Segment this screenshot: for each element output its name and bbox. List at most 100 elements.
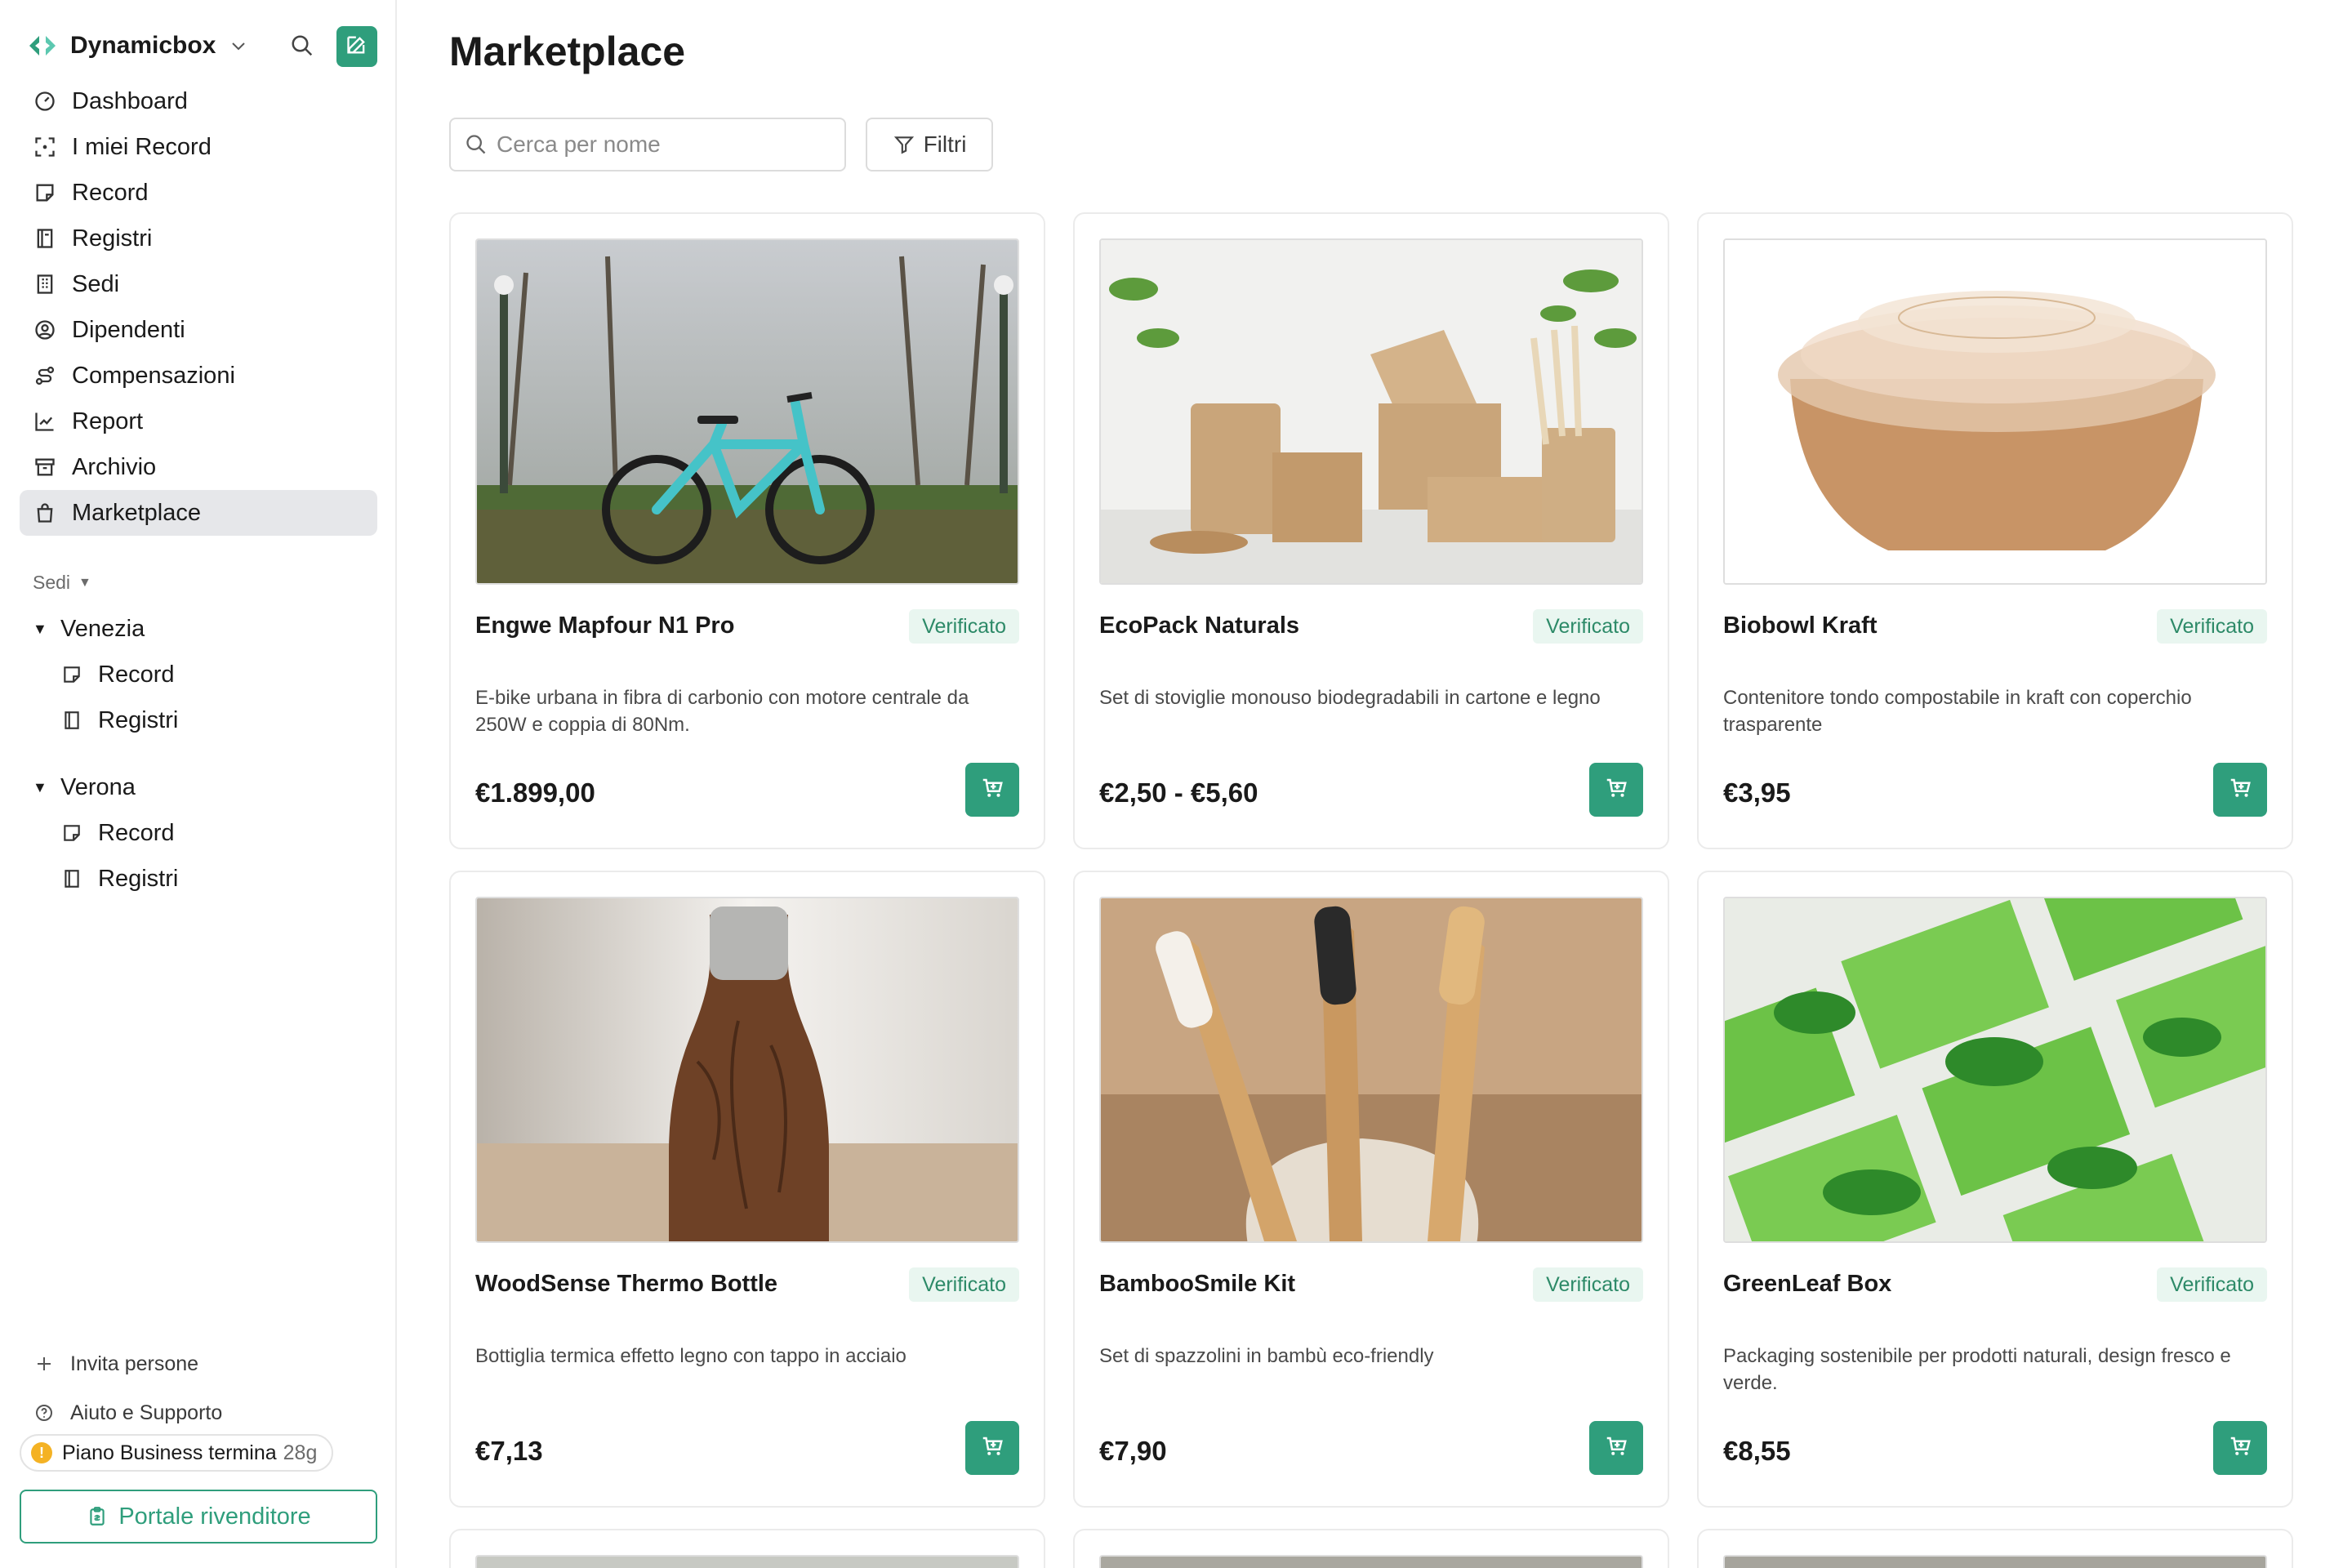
product-image-packaging — [1099, 238, 1643, 585]
nav-item-record[interactable]: Record — [20, 170, 377, 216]
product-description: Set di spazzolini in bambù eco-friendly — [1099, 1345, 1434, 1367]
product-card[interactable]: Engwe Mapfour N1 Pro Verificato E-bike u… — [449, 212, 1045, 849]
nav-item-marketplace[interactable]: Marketplace — [20, 490, 377, 536]
nav-label: Compensazioni — [72, 362, 235, 389]
plan-status-badge[interactable]: ! Piano Business termina 28g — [20, 1434, 334, 1472]
product-card[interactable]: EcoPack Naturals Verificato Set di stovi… — [1073, 212, 1669, 849]
section-label: Sedi — [33, 572, 71, 593]
product-price: €7,13 — [475, 1436, 543, 1466]
help-support-link[interactable]: Aiuto e Supporto — [33, 1396, 222, 1429]
nav-item-dipendenti[interactable]: Dipendenti — [20, 307, 377, 353]
location-toggle[interactable]: ▼ Venezia — [33, 606, 376, 652]
product-card[interactable]: WoodSense Thermo Bottle Verificato Botti… — [449, 871, 1045, 1508]
add-to-cart-button[interactable] — [965, 1421, 1019, 1475]
plus-icon — [33, 1352, 56, 1375]
route-icon — [33, 363, 57, 388]
reseller-label: Portale rivenditore — [118, 1503, 311, 1530]
search-icon[interactable] — [286, 29, 318, 62]
nav-item-my-records[interactable]: I miei Record — [20, 124, 377, 170]
nav-label: Dashboard — [72, 87, 188, 114]
clipboard-icon — [86, 1505, 109, 1528]
product-card-partial[interactable] — [1697, 1529, 2293, 1568]
location-item-registri[interactable]: Registri — [33, 856, 376, 902]
nav-item-report[interactable]: Report — [20, 399, 377, 444]
shopping-bag-icon — [33, 501, 57, 525]
add-to-cart-button[interactable] — [2213, 763, 2267, 817]
cart-icon — [1604, 1434, 1628, 1463]
nav-label: Sedi — [72, 270, 120, 297]
product-card[interactable]: Biobowl Kraft Verificato Contenitore ton… — [1697, 212, 2293, 849]
product-card[interactable]: GreenLeaf Box Verificato Packaging soste… — [1697, 871, 2293, 1508]
location-item-registri[interactable]: Registri — [33, 697, 376, 743]
product-description: Contenitore tondo compostabile in kraft … — [1723, 687, 2192, 736]
product-card-partial[interactable] — [1073, 1529, 1669, 1568]
product-price: €1.899,00 — [475, 777, 595, 808]
product-name: WoodSense Thermo Bottle — [475, 1271, 778, 1297]
search-icon — [464, 132, 488, 157]
workspace-name: Dynamicbox — [70, 32, 216, 59]
product-name: BambooSmile Kit — [1099, 1271, 1296, 1297]
chevron-down-icon — [229, 36, 248, 56]
product-image-toothbrush — [1099, 897, 1643, 1243]
reseller-portal-button[interactable]: Portale rivenditore — [20, 1490, 377, 1544]
location-item-label: Record — [98, 819, 175, 846]
product-description: Bottiglia termica effetto legno con tapp… — [475, 1345, 906, 1367]
dashboard-icon — [33, 89, 57, 114]
product-image-bowl — [1723, 238, 2267, 585]
search-field[interactable] — [449, 118, 846, 172]
compose-button[interactable] — [336, 26, 377, 67]
verified-badge: Verificato — [2157, 1267, 2267, 1302]
location-item-label: Registri — [98, 865, 179, 892]
location-item-record[interactable]: Record — [33, 652, 376, 697]
add-to-cart-button[interactable] — [1589, 763, 1643, 817]
cart-icon — [1604, 776, 1628, 804]
invite-people-link[interactable]: Invita persone — [33, 1348, 198, 1380]
nav-item-compensazioni[interactable]: Compensazioni — [20, 353, 377, 399]
location-item-label: Registri — [98, 706, 179, 733]
filters-button[interactable]: Filtri — [866, 118, 993, 172]
section-toggle-sedi[interactable]: Sedi ▼ — [33, 572, 91, 594]
location-name: Verona — [60, 773, 136, 800]
location-item-record[interactable]: Record — [33, 810, 376, 856]
add-to-cart-button[interactable] — [1589, 1421, 1643, 1475]
location-toggle[interactable]: ▼ Verona — [33, 764, 376, 810]
product-image — [475, 1555, 1019, 1568]
verified-badge: Verificato — [1533, 1267, 1643, 1302]
edit-icon — [345, 33, 368, 60]
dynamicbox-logo-icon — [26, 29, 59, 62]
nav-item-sedi[interactable]: Sedi — [20, 261, 377, 307]
scan-icon — [33, 135, 57, 159]
product-description: E-bike urbana in fibra di carbonio con m… — [475, 687, 969, 736]
location-group-verona: ▼ Verona Record Registri — [33, 764, 376, 902]
nav-item-registri[interactable]: Registri — [20, 216, 377, 261]
plan-text: Piano Business termina — [62, 1441, 277, 1464]
book-icon — [60, 709, 83, 732]
product-card[interactable]: BambooSmile Kit Verificato Set di spazzo… — [1073, 871, 1669, 1508]
location-item-label: Record — [98, 661, 175, 688]
product-image-bottle — [475, 897, 1019, 1243]
product-description: Set di stoviglie monouso biodegradabili … — [1099, 687, 1601, 709]
caret-down-icon: ▼ — [78, 575, 91, 590]
product-image-bike — [475, 238, 1019, 585]
product-image-greenbox — [1723, 897, 2267, 1243]
filter-icon — [893, 133, 915, 156]
cart-icon — [2228, 1434, 2252, 1463]
product-image — [1099, 1555, 1643, 1568]
main-navigation: Dashboard I miei Record Record Registri … — [20, 78, 377, 536]
verified-badge: Verificato — [909, 1267, 1019, 1302]
alert-icon: ! — [31, 1442, 52, 1463]
location-group-venezia: ▼ Venezia Record Registri — [33, 606, 376, 743]
workspace-switcher[interactable]: Dynamicbox — [26, 29, 248, 62]
nav-item-archivio[interactable]: Archivio — [20, 444, 377, 490]
product-card-partial[interactable] — [449, 1529, 1045, 1568]
nav-label: Registri — [72, 225, 153, 252]
note-icon — [60, 663, 83, 686]
add-to-cart-button[interactable] — [2213, 1421, 2267, 1475]
invite-label: Invita persone — [70, 1352, 199, 1375]
product-description: Packaging sostenibile per prodotti natur… — [1723, 1345, 2231, 1394]
add-to-cart-button[interactable] — [965, 763, 1019, 817]
nav-item-dashboard[interactable]: Dashboard — [20, 78, 377, 124]
book-icon — [60, 867, 83, 890]
location-name: Venezia — [60, 615, 145, 642]
search-input[interactable] — [497, 131, 823, 158]
